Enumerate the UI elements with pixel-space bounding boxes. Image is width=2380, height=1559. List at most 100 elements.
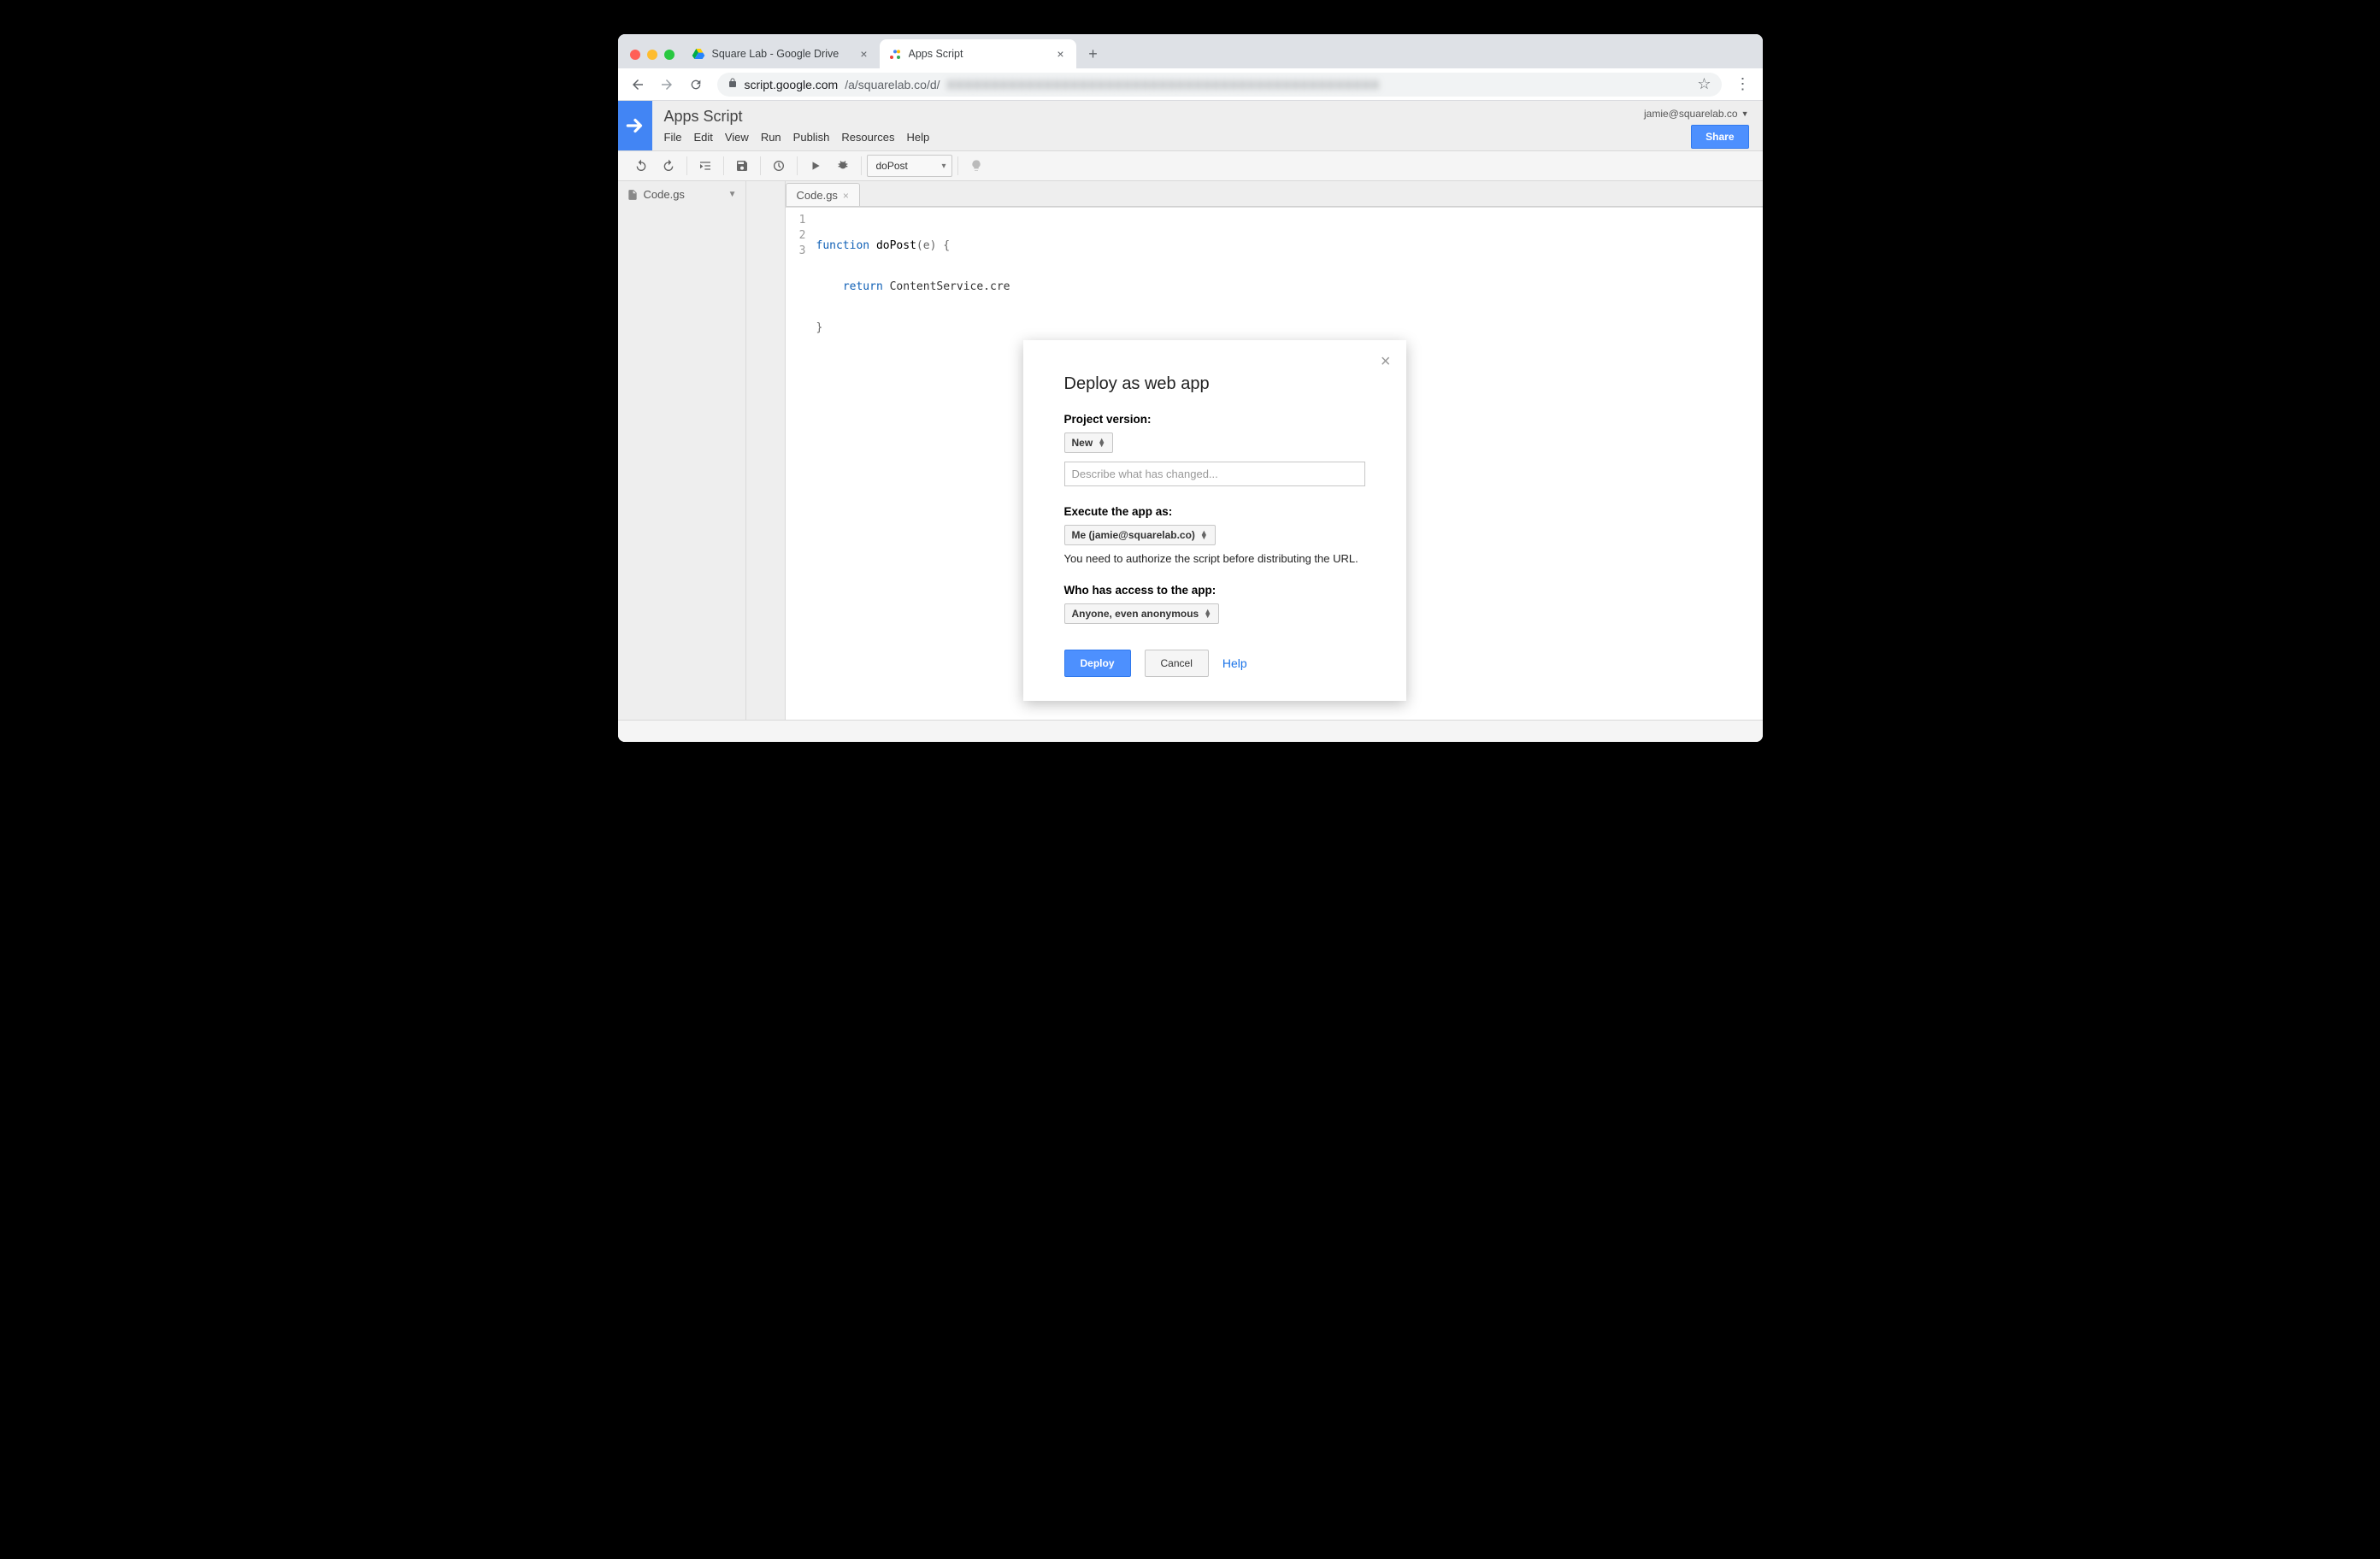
tab-apps-script[interactable]: Apps Script × [880,39,1076,68]
line-number: 2 [786,228,806,244]
editor-tab-code-gs[interactable]: Code.gs × [786,183,860,206]
tab-title: Square Lab - Google Drive [712,48,851,60]
line-gutter: 1 2 3 [786,208,811,720]
function-select[interactable]: doPost [867,155,952,177]
updown-icon: ▲▼ [1098,438,1105,447]
execute-section: Execute the app as: Me (jamie@squarelab.… [1064,505,1365,565]
line-number: 3 [786,244,806,259]
chevron-down-icon: ▼ [1741,109,1749,118]
code-token: (e) { [916,239,950,252]
drive-favicon-icon [692,47,705,61]
url-domain: script.google.com [745,78,839,91]
updown-icon: ▲▼ [1204,609,1211,618]
execute-select[interactable]: Me (jamie@squarelab.co) ▲▼ [1064,525,1216,545]
menu-publish[interactable]: Publish [793,131,830,144]
browser-window: Square Lab - Google Drive × Apps Script … [618,34,1763,742]
macos-traffic-lights [628,50,683,68]
line-number: 1 [786,213,806,228]
version-section: Project version: New ▲▼ [1064,413,1365,486]
function-selected-label: doPost [876,160,908,172]
new-tab-button[interactable]: + [1081,42,1105,66]
code-token: } [816,321,823,334]
lock-icon [728,78,738,91]
access-select[interactable]: Anyone, even anonymous ▲▼ [1064,603,1220,624]
access-label: Who has access to the app: [1064,584,1365,597]
apps-script-favicon-icon [888,47,902,61]
debug-button[interactable] [830,154,856,178]
close-icon[interactable]: × [843,190,849,202]
reload-button[interactable] [683,72,709,97]
app-header: Apps Script File Edit View Run Publish R… [618,101,1763,150]
chevron-down-icon[interactable]: ▼ [728,190,737,199]
menu-view[interactable]: View [725,131,749,144]
user-email-dropdown[interactable]: jamie@squarelab.co ▼ [1644,108,1749,120]
redo-button[interactable] [656,154,681,178]
version-value: New [1072,437,1093,449]
code-token [816,280,843,293]
omnibox[interactable]: script.google.com/a/squarelab.co/d/ XXXX… [717,73,1722,97]
close-icon[interactable]: × [857,47,871,61]
forward-button[interactable] [654,72,680,97]
access-section: Who has access to the app: Anyone, even … [1064,584,1365,624]
editor-tab-label: Code.gs [797,189,838,202]
modal-actions: Deploy Cancel Help [1064,650,1365,677]
browser-menu-button[interactable]: ⋮ [1730,75,1756,93]
address-bar: script.google.com/a/squarelab.co/d/ XXXX… [618,68,1763,101]
menu-resources[interactable]: Resources [841,131,894,144]
window-zoom-icon[interactable] [664,50,675,60]
file-icon [627,189,639,201]
menu-help[interactable]: Help [906,131,929,144]
lightbulb-button[interactable] [963,154,989,178]
apps-script-app: Apps Script File Edit View Run Publish R… [618,101,1763,742]
browser-tab-strip: Square Lab - Google Drive × Apps Script … [618,34,1763,68]
share-button[interactable]: Share [1691,125,1748,149]
file-panel: Code.gs ▼ [618,181,746,720]
toolbar-separator [760,156,761,175]
header-right: jamie@squarelab.co ▼ Share [1644,101,1763,149]
run-button[interactable] [803,154,828,178]
close-icon[interactable]: × [1054,47,1068,61]
version-select[interactable]: New ▲▼ [1064,432,1114,453]
url-redacted: XXXXXXXXXXXXXXXXXXXXXXXXXXXXXXXXXXXXXXXX… [947,78,1381,91]
deploy-button[interactable]: Deploy [1064,650,1131,677]
toolbar: doPost [618,150,1763,181]
execute-value: Me (jamie@squarelab.co) [1072,529,1195,541]
window-minimize-icon[interactable] [647,50,657,60]
window-close-icon[interactable] [630,50,640,60]
file-item-code-gs[interactable]: Code.gs ▼ [618,181,745,208]
toolbar-separator [797,156,798,175]
execute-label: Execute the app as: [1064,505,1365,518]
help-link[interactable]: Help [1222,656,1247,670]
triggers-button[interactable] [766,154,792,178]
app-title: Apps Script [664,108,930,126]
toolbar-separator [686,156,687,175]
gutter-column [746,181,786,720]
undo-button[interactable] [628,154,654,178]
menu-edit[interactable]: Edit [693,131,712,144]
url-path: /a/squarelab.co/d/ [845,78,940,91]
deploy-modal: × Deploy as web app Project version: New… [1023,340,1406,701]
menu-run[interactable]: Run [761,131,781,144]
menu-file[interactable]: File [664,131,682,144]
code-token: function [816,239,870,252]
cancel-button[interactable]: Cancel [1145,650,1209,677]
description-input[interactable] [1064,462,1365,486]
header-text-block: Apps Script File Edit View Run Publish R… [652,101,930,144]
save-button[interactable] [729,154,755,178]
user-email-text: jamie@squarelab.co [1644,108,1738,120]
indent-button[interactable] [692,154,718,178]
code-token: return [843,280,883,293]
editor-tabs: Code.gs × [786,181,1763,207]
tab-google-drive[interactable]: Square Lab - Google Drive × [683,39,880,68]
toolbar-separator [723,156,724,175]
code-text[interactable]: function doPost(e) { return ContentServi… [811,208,1010,720]
bookmark-star-icon[interactable]: ☆ [1697,75,1711,93]
toolbar-separator [861,156,862,175]
menubar: File Edit View Run Publish Resources Hel… [664,131,930,144]
back-button[interactable] [625,72,651,97]
access-value: Anyone, even anonymous [1072,608,1199,620]
code-token: doPost [869,239,916,252]
code-token: ContentService.cre [883,280,1010,293]
app-logo-icon[interactable] [618,101,652,150]
close-icon[interactable]: × [1381,352,1391,372]
